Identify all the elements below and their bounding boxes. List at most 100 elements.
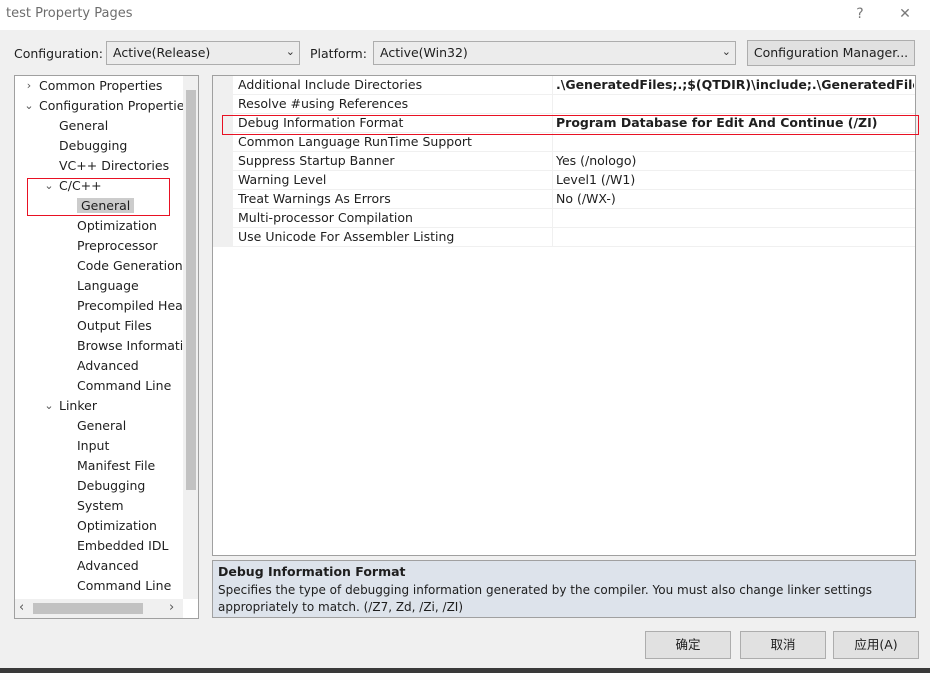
description-text: Specifies the type of debugging informat… bbox=[218, 583, 872, 614]
tree-item[interactable]: Code Generation bbox=[77, 256, 183, 276]
tree-item[interactable]: Embedded IDL bbox=[77, 536, 168, 556]
property-name: Resolve #using References bbox=[238, 96, 409, 111]
scroll-right-icon[interactable]: › bbox=[169, 600, 174, 615]
tree-item-label: Linker bbox=[59, 398, 97, 413]
tree-item[interactable]: General bbox=[59, 116, 108, 136]
property-row[interactable]: Multi-processor Compilation bbox=[213, 209, 915, 228]
row-gutter bbox=[213, 171, 233, 190]
tree-item-label: Precompiled Head bbox=[77, 298, 191, 313]
row-gutter bbox=[213, 152, 233, 171]
tree-item[interactable]: Debugging bbox=[77, 476, 145, 496]
tree-item-label: VC++ Directories bbox=[59, 158, 170, 173]
row-gutter bbox=[213, 190, 233, 209]
tree-item-label: Preprocessor bbox=[77, 238, 158, 253]
row-gutter bbox=[213, 76, 233, 95]
tree-item-label: Common Properties bbox=[39, 78, 163, 93]
chevron-down-icon: ⌄ bbox=[285, 45, 295, 58]
property-row[interactable]: Suppress Startup Banner Yes (/nologo) bbox=[213, 152, 915, 171]
description-panel: Debug Information Format Specifies the t… bbox=[212, 560, 916, 618]
window-title: test Property Pages bbox=[6, 6, 133, 21]
tree-item[interactable]: Debugging bbox=[59, 136, 127, 156]
tree-item[interactable]: Advanced bbox=[77, 556, 139, 576]
tree-item[interactable]: › Common Properties bbox=[27, 76, 163, 96]
property-name: Warning Level bbox=[238, 172, 327, 187]
chevron-right-icon[interactable]: › bbox=[23, 76, 35, 96]
tree-item[interactable]: Language bbox=[77, 276, 139, 296]
highlight-annotation-tree bbox=[27, 178, 170, 216]
property-name: Suppress Startup Banner bbox=[238, 153, 395, 168]
property-name: Common Language RunTime Support bbox=[238, 134, 472, 149]
tree-scroll-thumb[interactable] bbox=[186, 90, 196, 490]
configuration-label: Configuration: bbox=[14, 46, 103, 61]
property-name: Additional Include Directories bbox=[238, 77, 423, 92]
chevron-down-icon[interactable]: ⌄ bbox=[43, 396, 55, 416]
column-divider bbox=[552, 228, 553, 247]
description-title: Debug Information Format bbox=[218, 564, 406, 579]
tree-item-label: Input bbox=[77, 438, 110, 453]
configuration-dropdown[interactable]: Active(Release) ⌄ bbox=[106, 41, 300, 65]
tree-horizontal-scrollbar[interactable]: ‹ › bbox=[15, 599, 183, 618]
cancel-button[interactable]: 取消 bbox=[740, 631, 826, 659]
tree-item[interactable]: Command Line bbox=[77, 576, 171, 596]
ok-button[interactable]: 确定 bbox=[645, 631, 731, 659]
tree-item-label: Manifest File bbox=[77, 458, 156, 473]
tree-item-label: Command Line bbox=[77, 578, 172, 593]
property-value[interactable]: Level1 (/W1) bbox=[556, 172, 914, 187]
platform-dropdown[interactable]: Active(Win32) ⌄ bbox=[373, 41, 736, 65]
tree-item-label: General bbox=[59, 118, 109, 133]
scroll-left-icon[interactable]: ‹ bbox=[19, 600, 24, 615]
highlight-annotation-grid bbox=[222, 115, 919, 135]
tree-item[interactable]: Preprocessor bbox=[77, 236, 158, 256]
property-row[interactable]: Treat Warnings As Errors No (/WX-) bbox=[213, 190, 915, 209]
property-tree: › Common Properties ⌄ Configuration Propert… bbox=[14, 75, 199, 619]
tree-item[interactable]: Optimization bbox=[77, 516, 157, 536]
chevron-down-icon[interactable]: ⌄ bbox=[23, 96, 35, 116]
property-row[interactable]: Resolve #using References bbox=[213, 95, 915, 114]
close-button[interactable]: ✕ bbox=[893, 4, 917, 24]
column-divider bbox=[552, 209, 553, 228]
property-name: Use Unicode For Assembler Listing bbox=[238, 229, 455, 244]
configuration-manager-button[interactable]: Configuration Manager... bbox=[747, 40, 915, 66]
property-row[interactable]: Additional Include Directories .\Generate… bbox=[213, 76, 915, 95]
property-value[interactable]: No (/WX-) bbox=[556, 191, 914, 206]
tree-item[interactable]: Optimization bbox=[77, 216, 157, 236]
tree-item[interactable]: Browse Informatic bbox=[77, 336, 190, 356]
column-divider bbox=[552, 133, 553, 152]
tree-item[interactable]: Input bbox=[77, 436, 109, 456]
tree-item-label: System bbox=[77, 498, 124, 513]
property-grid: Additional Include Directories .\Generate… bbox=[212, 75, 916, 556]
row-gutter bbox=[213, 133, 233, 152]
tree-item-label: Debugging bbox=[77, 478, 146, 493]
tree-item[interactable]: ⌄ Configuration Properties bbox=[24, 96, 191, 116]
tree-item[interactable]: Precompiled Head bbox=[77, 296, 191, 316]
tree-item-label: Debugging bbox=[59, 138, 128, 153]
tree-item[interactable]: Command Line bbox=[77, 376, 171, 396]
tree-item-label: Embedded IDL bbox=[77, 538, 169, 553]
tree-item[interactable]: ⌄ Linker bbox=[44, 396, 97, 416]
property-row[interactable]: Warning Level Level1 (/W1) bbox=[213, 171, 915, 190]
tree-item-label: Optimization bbox=[77, 518, 157, 533]
property-row[interactable]: Common Language RunTime Support bbox=[213, 133, 915, 152]
tree-item-label: Configuration Properties bbox=[39, 98, 191, 113]
tree-item[interactable]: System bbox=[77, 496, 124, 516]
apply-button[interactable]: 应用(A) bbox=[833, 631, 919, 659]
tree-hscroll-thumb[interactable] bbox=[33, 603, 143, 614]
tree-item[interactable]: Advanced bbox=[77, 356, 139, 376]
property-value[interactable]: .\GeneratedFiles;.;$(QTDIR)\include;.\Ge… bbox=[556, 77, 914, 92]
tree-vertical-scrollbar[interactable] bbox=[183, 76, 198, 599]
tree-item-label: Output Files bbox=[77, 318, 152, 333]
tree-item[interactable]: VC++ Directories bbox=[59, 156, 169, 176]
tree-item[interactable]: Output Files bbox=[77, 316, 152, 336]
tree-item[interactable]: Manifest File bbox=[77, 456, 155, 476]
platform-value: Active(Win32) bbox=[380, 45, 468, 60]
row-gutter bbox=[213, 209, 233, 228]
property-row[interactable]: Use Unicode For Assembler Listing bbox=[213, 228, 915, 247]
title-bar: test Property Pages ? ✕ bbox=[0, 0, 930, 30]
tree-item-label: Language bbox=[77, 278, 139, 293]
window-bottom-edge bbox=[0, 668, 930, 673]
help-button[interactable]: ? bbox=[848, 4, 872, 24]
tree-item[interactable]: General bbox=[77, 416, 126, 436]
tree-item-label: Command Line bbox=[77, 378, 172, 393]
tree-item-label: General bbox=[77, 418, 127, 433]
property-value[interactable]: Yes (/nologo) bbox=[556, 153, 914, 168]
